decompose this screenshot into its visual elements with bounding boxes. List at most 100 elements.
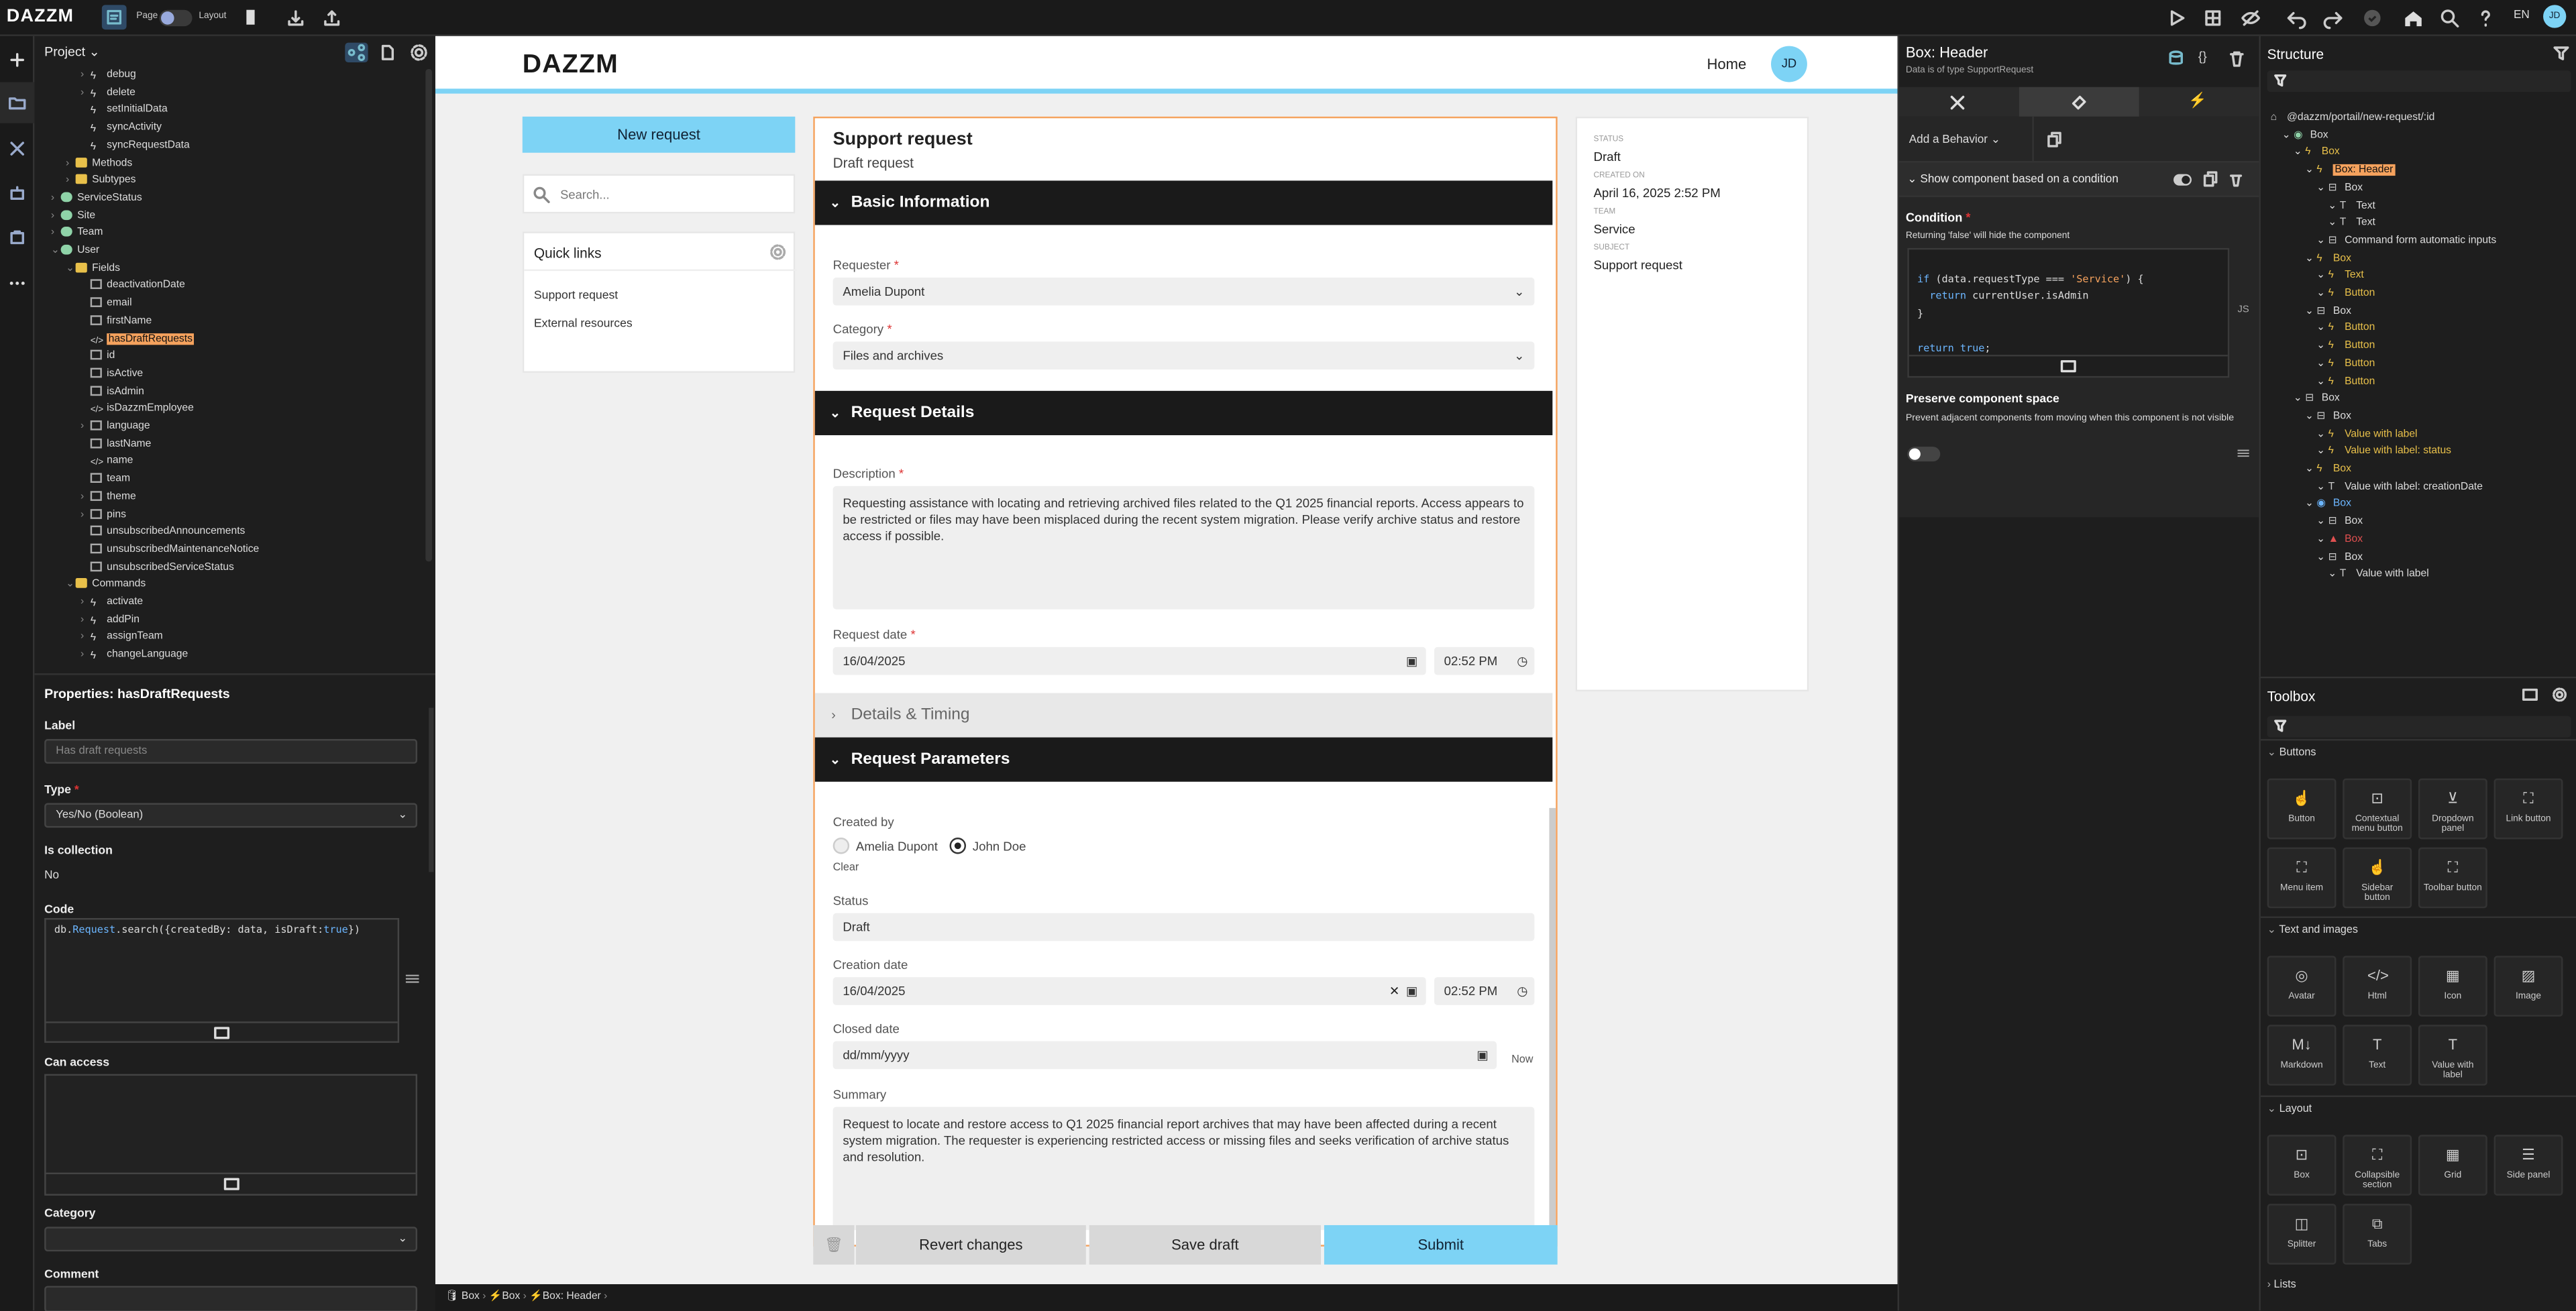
- structure-item[interactable]: ⌄ ϟ Button: [2316, 321, 2375, 337]
- structure-item[interactable]: ⌄ ⊟ Box: [2294, 391, 2340, 407]
- toolbox-section-buttons[interactable]: ⌄ Buttons: [2267, 746, 2316, 758]
- search-box[interactable]: Search...: [522, 174, 796, 214]
- tree-item[interactable]: › theme: [80, 489, 136, 505]
- tree-item[interactable]: deactivationDate: [80, 278, 185, 294]
- copy-icon[interactable]: [2045, 131, 2061, 148]
- trash-icon[interactable]: 🗑: [813, 1224, 855, 1265]
- hide-icon[interactable]: [2239, 7, 2262, 30]
- structure-item[interactable]: ⌄ ϟ Button: [2316, 339, 2375, 355]
- tree-item[interactable]: team: [80, 471, 130, 488]
- structure-item[interactable]: ⌄ ◉ Box: [2282, 127, 2328, 144]
- undo-icon[interactable]: [2286, 7, 2308, 30]
- user-avatar[interactable]: JD: [2543, 5, 2567, 28]
- structure-item[interactable]: ⌄ ◉ Box: [2305, 497, 2351, 513]
- tree-item[interactable]: ϟ syncRequestData: [80, 137, 190, 154]
- tree-item[interactable]: ϟ setInitialData: [80, 103, 168, 119]
- check-icon[interactable]: [2361, 7, 2383, 30]
- play-icon[interactable]: [2165, 7, 2188, 30]
- properties-scrollbar[interactable]: [429, 707, 434, 872]
- home-icon[interactable]: [2402, 7, 2424, 30]
- structure-item[interactable]: ⌄ ⊟ Box: [2305, 303, 2351, 319]
- tree-item[interactable]: unsubscribedAnnouncements: [80, 524, 245, 540]
- summary-textarea[interactable]: Request to locate and restore access to …: [833, 1106, 1535, 1231]
- structure-item[interactable]: ⌄ ϟ Button: [2316, 356, 2375, 372]
- toolbox-item[interactable]: ☰ Side panel: [2493, 1135, 2563, 1196]
- home-link[interactable]: Home: [1707, 56, 1747, 72]
- toolbox-item[interactable]: </> Html: [2343, 956, 2412, 1017]
- label-input[interactable]: Has draft requests: [44, 739, 418, 764]
- tree-item[interactable]: › pins: [80, 507, 126, 523]
- download-icon[interactable]: [284, 7, 307, 30]
- toolbox-item[interactable]: ⛶ Collapsible section: [2343, 1135, 2412, 1196]
- structure-item[interactable]: ⌄ T Text: [2328, 215, 2375, 231]
- section-request-details[interactable]: ⌄ Request Details: [814, 390, 1553, 435]
- condition-code-editor[interactable]: if (data.requestType === 'Service') { re…: [1907, 247, 2230, 378]
- tree-scrollbar[interactable]: [425, 68, 433, 562]
- tree-item[interactable]: › language: [80, 418, 150, 435]
- toolbox-item[interactable]: ◎ Avatar: [2267, 956, 2337, 1017]
- tree-item[interactable]: isActive: [80, 366, 143, 382]
- tree-item[interactable]: isAdmin: [80, 384, 144, 400]
- toolbox-section-lists[interactable]: › Lists: [2267, 1279, 2296, 1291]
- tree-item[interactable]: › Site: [51, 208, 95, 224]
- structure-item[interactable]: ⌄ ⊟ Box: [2316, 514, 2363, 530]
- duplicate-icon[interactable]: [2202, 171, 2218, 187]
- toolbox-item[interactable]: ⊻ Dropdown panel: [2418, 778, 2487, 840]
- structure-item[interactable]: ⌄ ϟ Box: [2294, 145, 2340, 161]
- grid-view-icon[interactable]: [2202, 7, 2224, 30]
- condition-behavior-row[interactable]: ⌄ Show component based on a condition: [1899, 161, 2259, 197]
- tree-item[interactable]: › ϟ changeLanguage: [80, 647, 188, 663]
- toolbox-item[interactable]: ⛶ Toolbar button: [2418, 847, 2487, 909]
- tools-tab-icon[interactable]: [1949, 94, 1967, 112]
- help-icon[interactable]: [2474, 7, 2497, 30]
- type-select[interactable]: Yes/No (Boolean) ⌄: [44, 803, 418, 828]
- project-title[interactable]: Project ⌄: [44, 44, 100, 59]
- add-icon[interactable]: [7, 49, 28, 70]
- toolbox-item[interactable]: ⊡ Box: [2267, 1135, 2337, 1196]
- tree-item[interactable]: › Methods: [66, 155, 132, 171]
- options-icon[interactable]: [2237, 449, 2249, 459]
- toolbox-settings-icon[interactable]: [2551, 687, 2567, 703]
- structure-item[interactable]: ⌄ ⊟ Box: [2305, 409, 2351, 425]
- tree-item[interactable]: id: [80, 349, 115, 365]
- requester-select[interactable]: Amelia Dupont ⌄: [833, 277, 1535, 306]
- new-request-button[interactable]: New request: [522, 116, 796, 153]
- menu-icon[interactable]: [405, 974, 419, 984]
- page-layout-toggle[interactable]: [159, 9, 193, 27]
- structure-item[interactable]: ⌄ ⊟ Box: [2316, 180, 2363, 196]
- tree-item[interactable]: </> name: [80, 454, 133, 470]
- structure-item[interactable]: ⌄ ϟ Value with label: [2316, 426, 2417, 443]
- toolbox-item[interactable]: ▨ Image: [2493, 956, 2563, 1017]
- remove-behavior-icon[interactable]: [2228, 171, 2244, 187]
- revert-button[interactable]: Revert changes: [855, 1224, 1086, 1265]
- tree-item[interactable]: email: [80, 296, 132, 312]
- settings-icon[interactable]: [409, 43, 429, 62]
- structure-item[interactable]: ⌄ ϟ Box: [2305, 461, 2351, 477]
- tree-item[interactable]: firstName: [80, 313, 152, 329]
- integrations-nav-icon[interactable]: [7, 227, 28, 248]
- toolbox-item[interactable]: ⛶ Link button: [2493, 778, 2563, 840]
- toolbox-item[interactable]: ☝ Sidebar button: [2343, 847, 2412, 909]
- structure-item[interactable]: ⌄ ϟ Button: [2316, 374, 2375, 390]
- tree-item[interactable]: </> hasDraftRequests: [80, 331, 195, 347]
- tree-item[interactable]: › Team: [51, 225, 103, 241]
- toolbox-item[interactable]: T Text: [2343, 1025, 2412, 1086]
- delete-icon[interactable]: [2228, 49, 2246, 67]
- tree-item[interactable]: › ServiceStatus: [51, 190, 142, 207]
- search-icon[interactable]: [2438, 7, 2461, 30]
- style-tab[interactable]: [2019, 87, 2139, 117]
- gear-icon[interactable]: [769, 243, 787, 261]
- tools-nav-icon[interactable]: [7, 138, 28, 160]
- structure-item[interactable]: ⌄ ϟ Value with label: status: [2316, 444, 2451, 460]
- structure-filter-input[interactable]: [2267, 70, 2571, 93]
- crumb-2[interactable]: ⚡Box: [489, 1291, 520, 1302]
- tree-item[interactable]: lastName: [80, 437, 151, 453]
- page-mode-icon[interactable]: [101, 5, 127, 30]
- tree-item[interactable]: unsubscribedServiceStatus: [80, 559, 234, 575]
- tree-item[interactable]: › ϟ assignTeam: [80, 630, 163, 646]
- tree-item[interactable]: ⌄ Commands: [66, 577, 146, 593]
- section-request-parameters[interactable]: ⌄ Request Parameters: [814, 737, 1553, 782]
- structure-item[interactable]: ⌄ T Text: [2328, 198, 2375, 214]
- toolbox-section-text-and-images[interactable]: ⌄ Text and images: [2267, 923, 2358, 936]
- form-scrollbar[interactable]: [1549, 807, 1556, 1245]
